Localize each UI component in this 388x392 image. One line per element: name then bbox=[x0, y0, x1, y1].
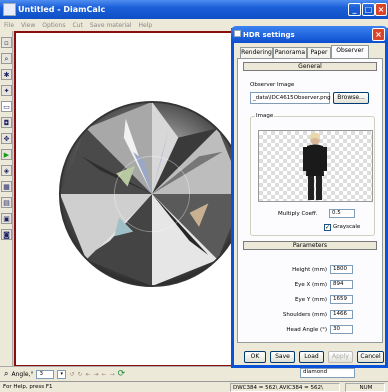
arrow-right-icon[interactable]: → bbox=[110, 371, 115, 378]
menu-help[interactable]: Help bbox=[139, 22, 153, 29]
observer-image-label: Observer Image bbox=[250, 82, 295, 88]
load-button[interactable]: Load bbox=[299, 351, 324, 363]
menu-cut[interactable]: Cut bbox=[72, 22, 82, 29]
window-title: Untitled - DiamCalc bbox=[18, 5, 106, 14]
render-icon[interactable]: ◈ bbox=[1, 165, 12, 176]
apply-button[interactable]: Apply bbox=[328, 351, 353, 363]
tab-paper[interactable]: Paper bbox=[307, 47, 331, 58]
status-dimensions: DWC384 = 562\ AVIC384 = 562\ bbox=[230, 383, 340, 392]
light-icon[interactable]: ✦ bbox=[1, 85, 12, 96]
param-shoulders-value: 1466 bbox=[333, 311, 347, 317]
param-head-angle-label: Head Angle (°) bbox=[286, 327, 327, 333]
angle-label: Angle,° bbox=[11, 370, 34, 378]
multiply-coeff-input[interactable]: 0.5 bbox=[329, 209, 355, 218]
param-head-angle-value: 30 bbox=[333, 326, 340, 332]
open-icon[interactable]: ▤ bbox=[1, 197, 12, 208]
maximize-icon[interactable]: □ bbox=[362, 3, 375, 16]
cancel-button[interactable]: Cancel bbox=[357, 351, 384, 363]
arrow-left-icon[interactable]: ← bbox=[102, 371, 107, 378]
multiply-coeff-value: 0.5 bbox=[332, 210, 341, 216]
dialog-titlebar: HDR settings bbox=[231, 26, 388, 43]
param-eye-y-input[interactable]: 1659 bbox=[330, 295, 353, 304]
view-icon[interactable]: ▦ bbox=[1, 181, 12, 192]
material-value: diamond bbox=[303, 369, 328, 375]
param-eye-x-input[interactable]: 894 bbox=[330, 280, 353, 289]
minimize-icon[interactable]: _ bbox=[348, 3, 361, 16]
play-icon[interactable]: ▶ bbox=[1, 149, 12, 160]
param-head-angle-input[interactable]: 30 bbox=[330, 325, 353, 334]
observer-image-path-field[interactable]: _data\IDC4615Observer.png bbox=[250, 92, 331, 104]
status-num: NUM bbox=[345, 383, 385, 392]
menu-file[interactable]: File bbox=[4, 22, 14, 29]
angle-spinner[interactable]: 3 bbox=[36, 369, 55, 379]
export-icon[interactable]: ◙ bbox=[1, 229, 12, 240]
grayscale-checkbox[interactable]: ✓ bbox=[324, 224, 331, 231]
camera-icon[interactable]: ◘ bbox=[1, 117, 12, 128]
dialog-title: HDR settings bbox=[243, 30, 295, 39]
rotate-left-icon[interactable]: ↺ bbox=[69, 371, 74, 378]
hdr-icon[interactable]: ▭ bbox=[1, 101, 12, 112]
general-section-header: General bbox=[243, 62, 377, 71]
angle-value: 3 bbox=[39, 370, 43, 377]
param-shoulders-input[interactable]: 1466 bbox=[330, 310, 353, 319]
param-eye-x-label: Eye X (mm) bbox=[294, 282, 327, 288]
rotate-icon[interactable]: ⟳ bbox=[118, 369, 126, 379]
new-icon[interactable]: ▫ bbox=[1, 37, 12, 48]
settings-icon[interactable]: ✱ bbox=[1, 69, 12, 80]
tab-rendering[interactable]: Rendering bbox=[240, 47, 273, 58]
parameters-section-header: Parameters bbox=[243, 241, 377, 250]
param-eye-y-label: Eye Y (mm) bbox=[295, 297, 327, 303]
ok-button[interactable]: OK bbox=[244, 351, 266, 363]
menu-view[interactable]: View bbox=[21, 22, 35, 29]
multiply-coeff-label: Multiply Coeff. bbox=[278, 211, 318, 217]
save-button[interactable]: Save bbox=[270, 351, 295, 363]
move-icon[interactable]: ✥ bbox=[1, 133, 12, 144]
dialog-app-icon bbox=[234, 30, 241, 37]
person-icon bbox=[303, 132, 327, 200]
diamond-render bbox=[58, 100, 246, 288]
main-titlebar: Untitled - DiamCalc bbox=[0, 0, 388, 19]
dialog-close-icon[interactable]: × bbox=[372, 28, 385, 41]
browse-button[interactable]: Browse... bbox=[333, 92, 369, 104]
step-back-icon[interactable]: ⇤ bbox=[86, 371, 91, 378]
param-eye-x-value: 894 bbox=[333, 281, 344, 287]
menu-options[interactable]: Options bbox=[42, 22, 65, 29]
menu-save-material[interactable]: Save material bbox=[90, 22, 132, 29]
search-icon[interactable]: ⌕ bbox=[4, 369, 8, 379]
left-toolbar: ▫ ⌕ ✱ ✦ ▭ ◘ ✥ ▶ ◈ ▦ ▤ ▣ ◙ bbox=[0, 31, 13, 366]
param-shoulders-label: Shoulders (mm) bbox=[282, 312, 327, 318]
grayscale-label: Grayscale bbox=[333, 224, 361, 230]
app-icon bbox=[3, 3, 16, 16]
rotate-right-icon[interactable]: ↻ bbox=[78, 371, 83, 378]
image-group-label: Image bbox=[255, 113, 275, 119]
observer-image-path: _data\IDC4615Observer.png bbox=[253, 95, 331, 101]
tab-observer[interactable]: Observer bbox=[331, 45, 369, 58]
statusbar: For Help, press F1 DWC384 = 562\ AVIC384… bbox=[0, 381, 388, 392]
tab-panorama[interactable]: Panorama bbox=[273, 47, 307, 58]
param-height-input[interactable]: 1800 bbox=[330, 265, 353, 274]
status-help: For Help, press F1 bbox=[3, 384, 53, 390]
save-icon[interactable]: ▣ bbox=[1, 213, 12, 224]
param-height-label: Height (mm) bbox=[292, 267, 327, 273]
step-forward-icon[interactable]: ⇥ bbox=[94, 371, 99, 378]
material-select[interactable]: diamond bbox=[300, 368, 355, 378]
zoom-icon[interactable]: ⌕ bbox=[1, 53, 12, 64]
angle-dropdown-chevron-down-icon[interactable]: ▾ bbox=[57, 369, 67, 379]
close-icon[interactable]: × bbox=[375, 3, 387, 16]
param-height-value: 1800 bbox=[333, 266, 347, 272]
param-eye-y-value: 1659 bbox=[333, 296, 347, 302]
